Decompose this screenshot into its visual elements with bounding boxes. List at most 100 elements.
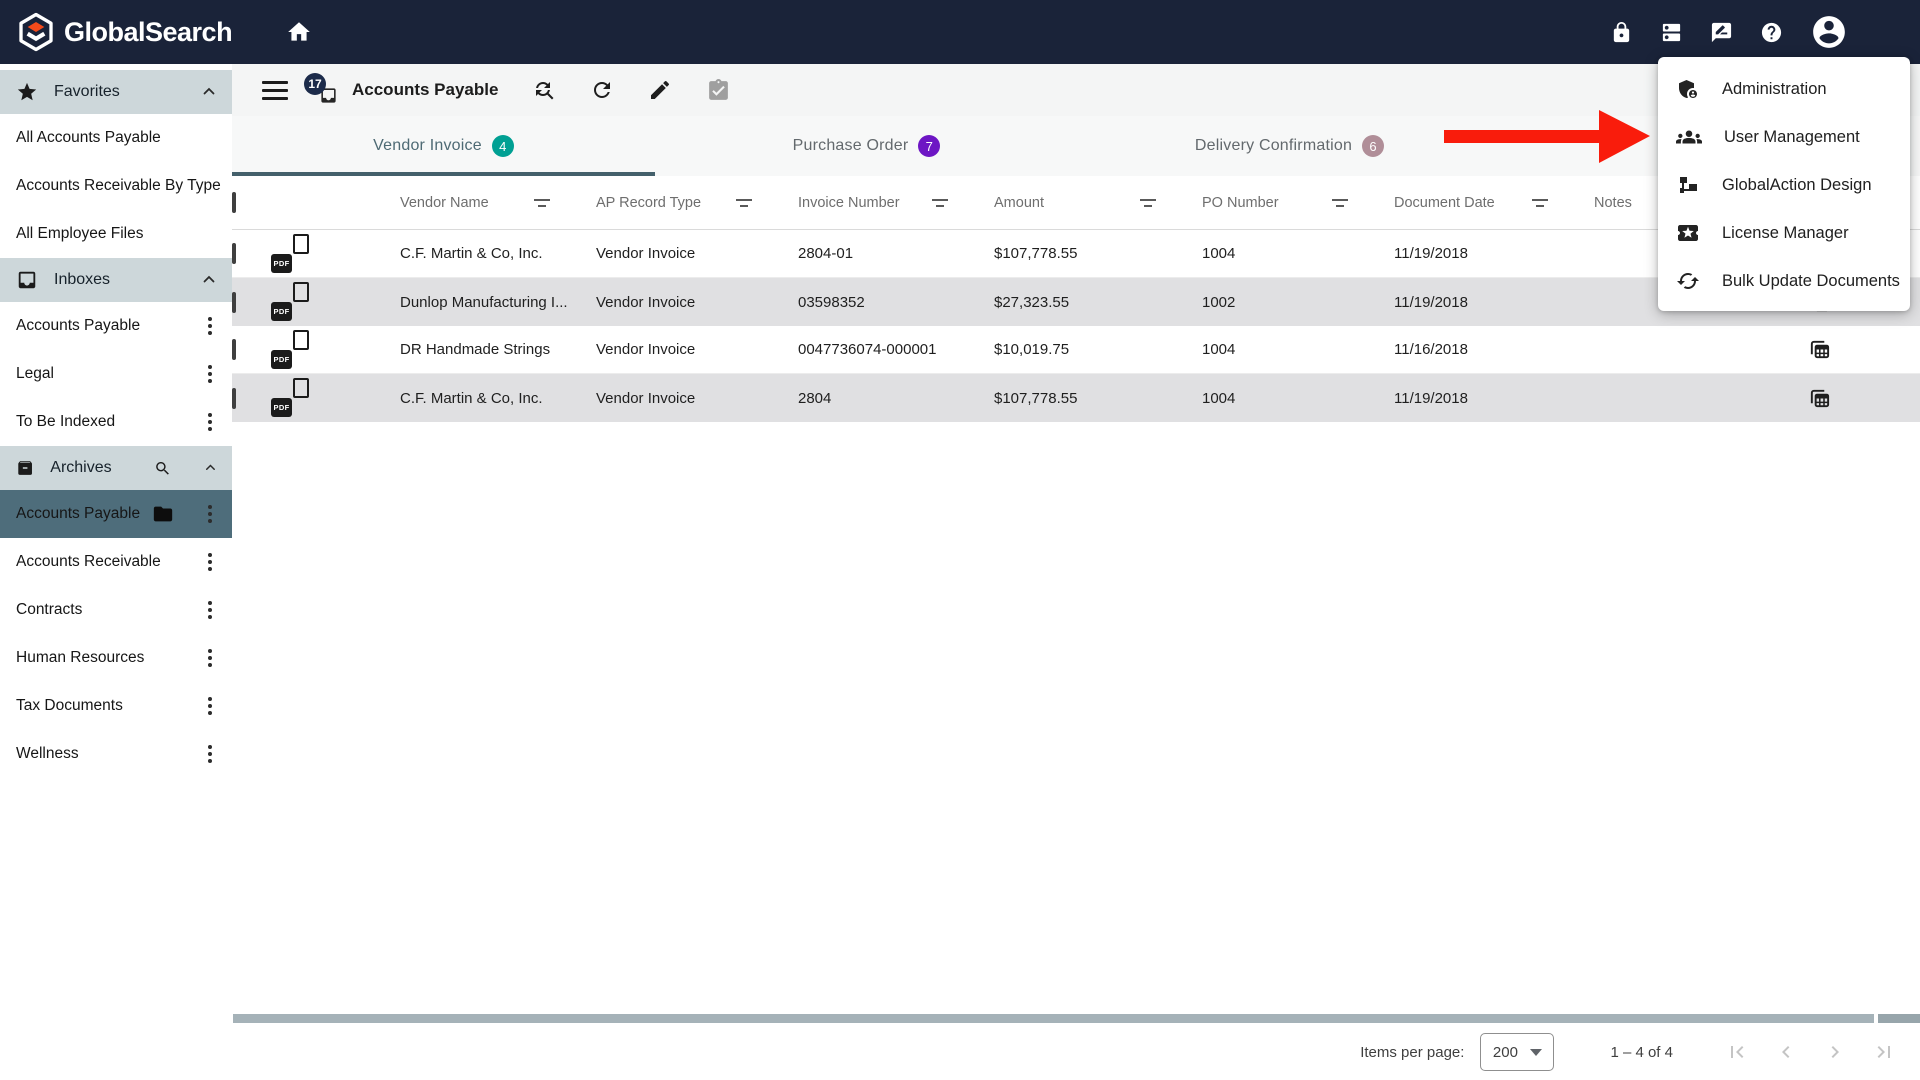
lock-icon[interactable] bbox=[1610, 21, 1633, 44]
tab-vendor-invoice[interactable]: Vendor Invoice 4 bbox=[232, 116, 655, 176]
menu-item-license-manager[interactable]: License Manager bbox=[1658, 209, 1910, 257]
kebab-menu-icon[interactable] bbox=[198, 598, 222, 622]
sidebar-item-archive-contracts[interactable]: Contracts bbox=[0, 586, 232, 634]
column-header: Vendor Name bbox=[400, 194, 489, 211]
horizontal-scrollbar[interactable] bbox=[233, 1014, 1874, 1023]
sidebar-item-inbox-to-be-indexed[interactable]: To Be Indexed bbox=[0, 398, 232, 446]
column-header: PO Number bbox=[1202, 194, 1279, 211]
tab-count-badge: 4 bbox=[491, 135, 514, 157]
cell-po-number: 1004 bbox=[1202, 389, 1236, 407]
previous-page-icon[interactable] bbox=[1774, 1040, 1798, 1064]
last-page-icon[interactable] bbox=[1872, 1040, 1896, 1064]
red-pointer-arrow bbox=[1444, 110, 1650, 163]
table-view-icon[interactable] bbox=[1754, 338, 1884, 361]
edit-icon[interactable] bbox=[648, 78, 672, 102]
filter-icon[interactable] bbox=[736, 198, 752, 207]
sidebar-item-archive-human-resources[interactable]: Human Resources bbox=[0, 634, 232, 682]
cell-ap-record-type: Vendor Invoice bbox=[596, 245, 696, 262]
cell-vendor-name: Dunlop Manufacturing I... bbox=[400, 293, 568, 311]
column-header: Amount bbox=[994, 194, 1044, 211]
chevron-up-icon[interactable] bbox=[200, 271, 218, 289]
row-checkbox[interactable] bbox=[232, 387, 236, 409]
cell-amount: $27,323.55 bbox=[994, 293, 1070, 311]
chevron-up-icon[interactable] bbox=[203, 459, 218, 477]
row-checkbox[interactable] bbox=[232, 243, 236, 264]
items-per-page-select[interactable]: 200 bbox=[1480, 1033, 1555, 1071]
sidebar-item-archive-tax-documents[interactable]: Tax Documents bbox=[0, 682, 232, 730]
filter-icon[interactable] bbox=[1332, 198, 1348, 207]
section-title: Archives bbox=[50, 459, 112, 476]
sidebar-item-accounts-receivable-by-type[interactable]: Accounts Receivable By Type bbox=[0, 162, 232, 210]
sidebar-item-all-accounts-payable[interactable]: All Accounts Payable bbox=[0, 114, 232, 162]
cell-ap-record-type: Vendor Invoice bbox=[596, 293, 696, 311]
groups-icon bbox=[1676, 124, 1702, 150]
feedback-icon[interactable] bbox=[1710, 21, 1733, 44]
menu-item-user-management[interactable]: User Management bbox=[1658, 113, 1910, 161]
cell-document-date: 11/19/2018 bbox=[1394, 293, 1468, 311]
filter-icon[interactable] bbox=[1532, 198, 1548, 207]
item-label: All Accounts Payable bbox=[16, 129, 161, 146]
item-label: Wellness bbox=[16, 745, 79, 762]
kebab-menu-icon[interactable] bbox=[198, 362, 222, 386]
menu-item-bulk-update-documents[interactable]: Bulk Update Documents bbox=[1658, 257, 1910, 305]
kebab-menu-icon[interactable] bbox=[198, 742, 222, 766]
cell-ap-record-type: Vendor Invoice bbox=[596, 389, 696, 407]
next-page-icon[interactable] bbox=[1823, 1040, 1847, 1064]
inbox-badge[interactable]: 17 bbox=[304, 73, 338, 107]
tab-delivery-confirmation[interactable]: Delivery Confirmation 6 bbox=[1078, 116, 1501, 176]
top-header: GlobalSearch bbox=[0, 0, 1920, 64]
filter-icon[interactable] bbox=[1140, 198, 1156, 207]
search-icon[interactable] bbox=[154, 458, 171, 479]
column-header: AP Record Type bbox=[596, 194, 702, 211]
cell-invoice-number: 2804 bbox=[798, 389, 832, 407]
tab-label: Delivery Confirmation bbox=[1194, 137, 1353, 154]
pagination-controls bbox=[1725, 1040, 1896, 1064]
menu-item-administration[interactable]: Administration bbox=[1658, 65, 1910, 113]
sidebar-section-archives[interactable]: Archives bbox=[0, 446, 232, 490]
menu-hamburger-icon[interactable] bbox=[262, 80, 288, 100]
select-all-checkbox[interactable] bbox=[232, 191, 236, 213]
kebab-menu-icon[interactable] bbox=[198, 410, 222, 434]
table-view-icon[interactable] bbox=[1754, 387, 1884, 410]
storage-icon[interactable] bbox=[1660, 21, 1683, 44]
kebab-menu-icon[interactable] bbox=[198, 502, 222, 526]
find-replace-icon[interactable] bbox=[532, 78, 556, 102]
cell-invoice-number: 2804-01 bbox=[798, 245, 854, 262]
filter-icon[interactable] bbox=[534, 198, 550, 207]
table-row[interactable]: PDF C.F. Martin & Co, Inc. Vendor Invoic… bbox=[232, 374, 1920, 422]
tab-purchase-order[interactable]: Purchase Order 7 bbox=[655, 116, 1078, 176]
row-checkbox[interactable] bbox=[232, 291, 236, 313]
sidebar-item-archive-wellness[interactable]: Wellness bbox=[0, 730, 232, 778]
filter-icon[interactable] bbox=[932, 198, 948, 207]
cell-document-date: 11/19/2018 bbox=[1394, 245, 1468, 262]
refresh-icon[interactable] bbox=[590, 78, 614, 102]
tab-count-badge: 7 bbox=[918, 135, 941, 157]
brand-logo[interactable]: GlobalSearch bbox=[0, 12, 233, 52]
item-label: Human Resources bbox=[16, 649, 145, 666]
chevron-up-icon[interactable] bbox=[200, 83, 218, 101]
scrollbar-corner bbox=[1878, 1014, 1920, 1023]
kebab-menu-icon[interactable] bbox=[198, 694, 222, 718]
menu-item-globalaction-design[interactable]: GlobalAction Design bbox=[1658, 161, 1910, 209]
item-label: Accounts Payable bbox=[16, 317, 141, 334]
sidebar-item-archive-accounts-payable[interactable]: Accounts Payable bbox=[0, 490, 232, 538]
sidebar-item-archive-accounts-receivable[interactable]: Accounts Receivable bbox=[0, 538, 232, 586]
kebab-menu-icon[interactable] bbox=[198, 646, 222, 670]
globalsearch-app: GlobalSearch Favorites All Accounts Paya… bbox=[0, 0, 1920, 1080]
first-page-icon[interactable] bbox=[1725, 1040, 1749, 1064]
menu-item-label: Bulk Update Documents bbox=[1722, 271, 1900, 290]
kebab-menu-icon[interactable] bbox=[198, 550, 222, 574]
row-checkbox[interactable] bbox=[232, 339, 236, 360]
sidebar-section-favorites[interactable]: Favorites bbox=[0, 70, 232, 114]
cell-invoice-number: 0047736074-000001 bbox=[798, 341, 937, 358]
sidebar-item-inbox-accounts-payable[interactable]: Accounts Payable bbox=[0, 302, 232, 350]
sidebar-item-all-employee-files[interactable]: All Employee Files bbox=[0, 210, 232, 258]
kebab-menu-icon[interactable] bbox=[198, 314, 222, 338]
sidebar-item-inbox-legal[interactable]: Legal bbox=[0, 350, 232, 398]
help-icon[interactable] bbox=[1760, 21, 1783, 44]
home-icon[interactable] bbox=[286, 19, 312, 45]
user-avatar-icon[interactable] bbox=[1810, 13, 1848, 51]
sidebar-section-inboxes[interactable]: Inboxes bbox=[0, 258, 232, 302]
tab-label: Purchase Order bbox=[792, 137, 909, 154]
table-row[interactable]: PDF DR Handmade Strings Vendor Invoice 0… bbox=[232, 326, 1920, 374]
